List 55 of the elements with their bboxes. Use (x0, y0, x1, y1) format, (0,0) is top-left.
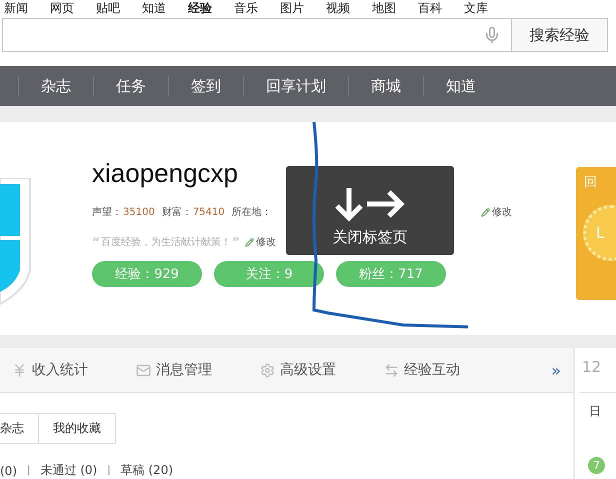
status-link[interactable]: 未通过 (0) (40, 462, 98, 479)
motto-text: 百度经验，为生活献计献策！ (100, 236, 231, 249)
nav-item[interactable]: 商城 (348, 76, 423, 96)
status-link[interactable]: (0) (0, 464, 17, 478)
quote-mark: “ (92, 235, 100, 249)
top-link[interactable]: 视频 (326, 0, 350, 14)
nav-item[interactable]: 知道 (423, 76, 498, 96)
sub-tab[interactable]: 杂志 (0, 413, 39, 444)
top-link[interactable]: 经验 (188, 0, 212, 14)
top-link[interactable]: 贴吧 (96, 0, 120, 14)
top-link[interactable]: 网页 (50, 0, 74, 14)
separator: | (107, 465, 111, 476)
stat-label: 声望： (92, 206, 122, 219)
weekday-label: 日 (579, 392, 616, 429)
tab[interactable]: 经验互动 (384, 361, 460, 379)
tab[interactable]: 高级设置 (260, 361, 336, 379)
quote-mark: ” (232, 235, 240, 249)
coin-icon: L (583, 205, 616, 261)
top-link[interactable]: 地图 (372, 0, 396, 14)
pencil-icon (481, 208, 490, 216)
stat-value: 35100 (123, 206, 155, 218)
nav-item[interactable]: 回享计划 (243, 76, 348, 96)
top-link[interactable]: 百科 (418, 0, 442, 14)
yen-icon (12, 362, 27, 378)
mail-icon (136, 362, 151, 378)
sub-tab[interactable]: 我的收藏 (39, 413, 116, 444)
status-link[interactable]: 草稿 (20) (120, 462, 174, 479)
edit-link[interactable]: 修改 (481, 205, 512, 219)
badge-title: 回 (583, 174, 597, 191)
location-label: 所在地： (232, 206, 272, 219)
user-name: xiaopengcxp (92, 158, 239, 189)
top-link[interactable]: 知道 (142, 0, 166, 14)
stat-value: 75410 (192, 206, 225, 218)
tooltip-text: 关闭标签页 (332, 228, 408, 247)
separator: | (27, 465, 30, 476)
top-link[interactable]: 图片 (280, 0, 304, 14)
arrows-icon (335, 186, 405, 222)
tab[interactable]: 消息管理 (136, 361, 212, 379)
tab[interactable]: 收入统计 (12, 361, 88, 379)
settings-icon (260, 362, 275, 378)
nav-item[interactable]: 签到 (168, 76, 243, 96)
top-link[interactable]: 音乐 (234, 0, 258, 14)
top-link[interactable]: 文库 (464, 0, 488, 14)
pencil-icon (244, 238, 254, 246)
stat-label: 财富： (162, 206, 192, 219)
swap-icon (384, 362, 399, 378)
search-field[interactable] (2, 18, 512, 52)
top-link[interactable]: 新闻 (4, 0, 28, 14)
nav-item[interactable]: 任务 (93, 76, 168, 96)
nav-item[interactable]: 杂志 (18, 76, 93, 96)
microphone-icon[interactable] (483, 26, 501, 44)
edit-link[interactable]: 修改 (244, 235, 276, 249)
search-button[interactable]: 搜索经验 (512, 18, 608, 52)
more-link[interactable]: » (551, 360, 561, 380)
calendar-month: 12 (581, 357, 602, 378)
